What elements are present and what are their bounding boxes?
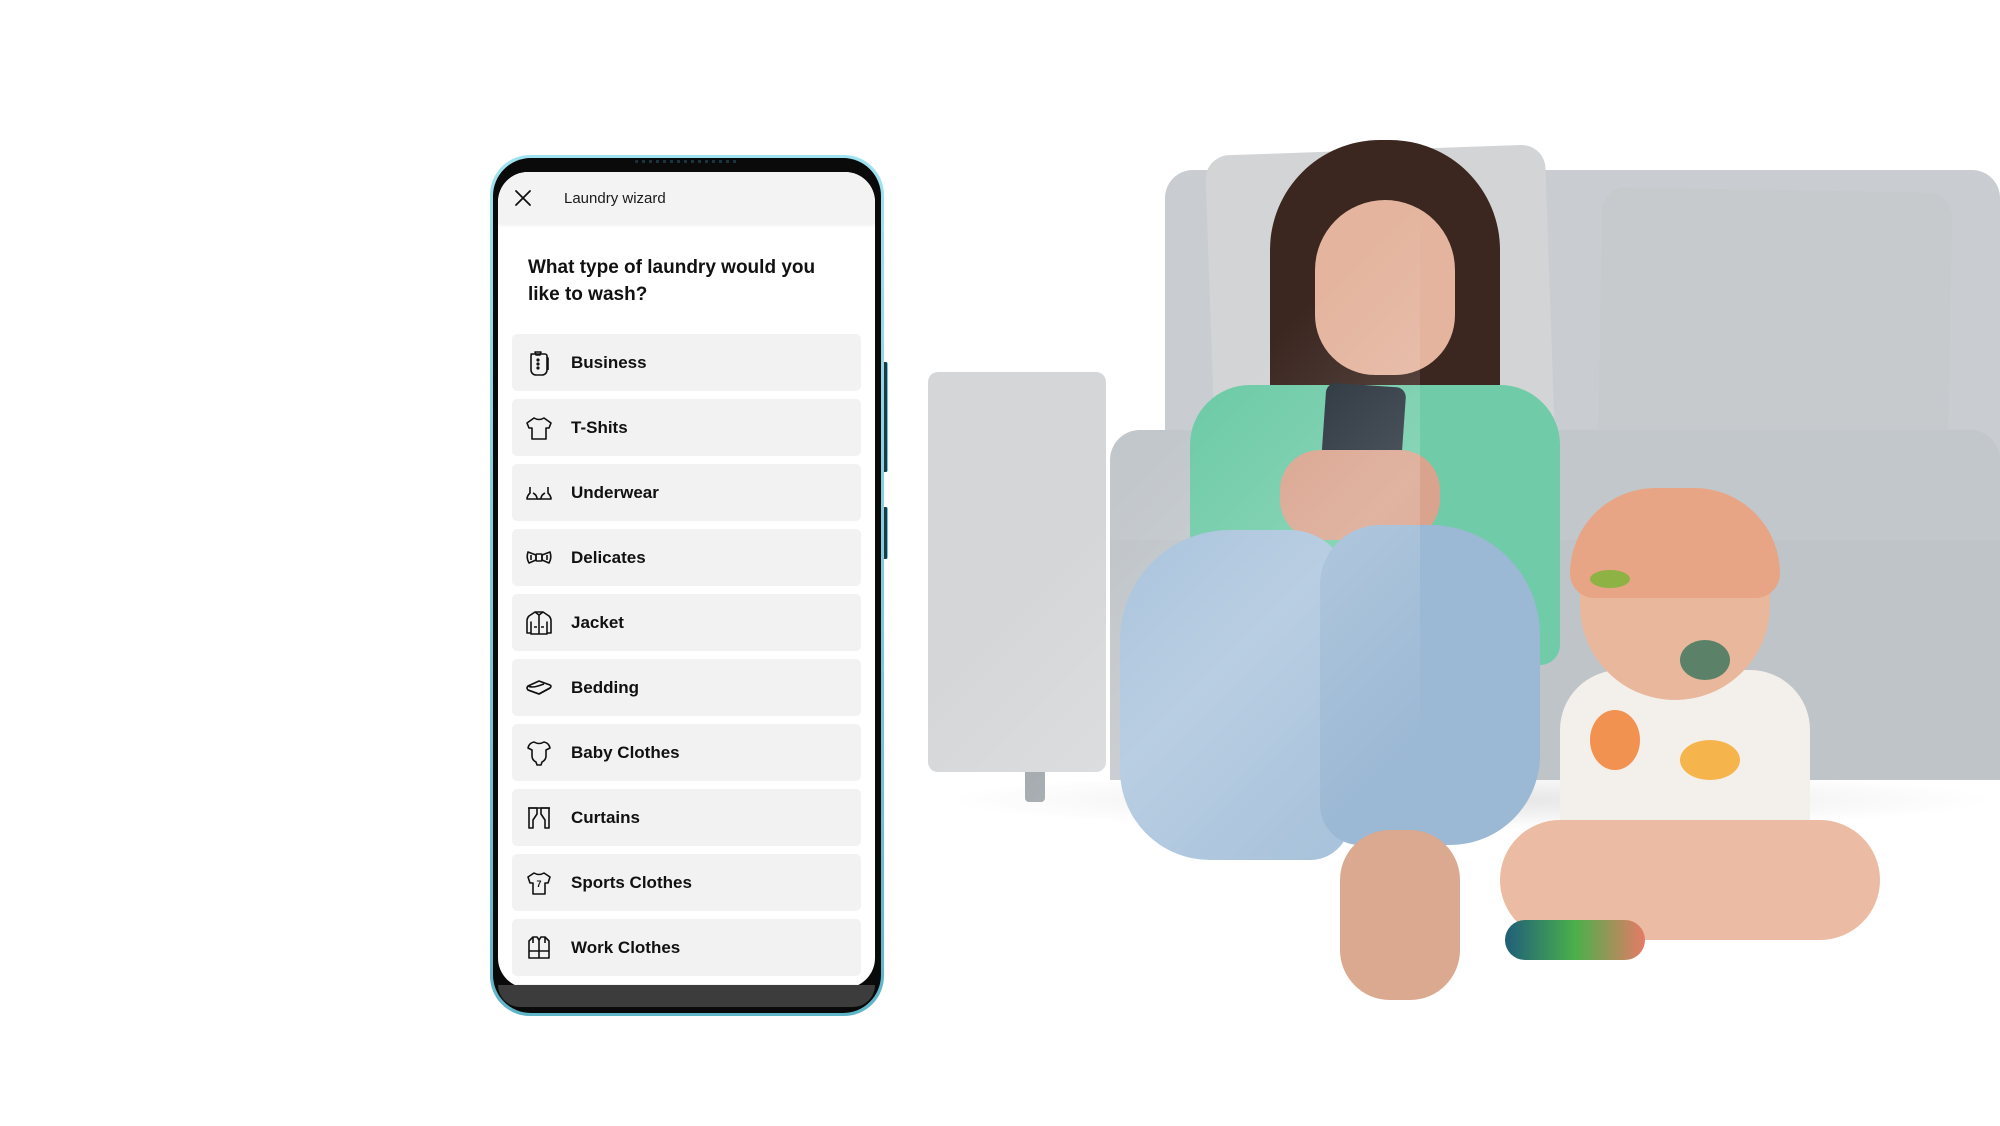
phone-chin [498,985,875,1007]
paint-splash [1680,640,1730,680]
wizard-question: What type of laundry would you like to w… [528,257,816,305]
paint-splash [1590,710,1640,770]
option-jacket[interactable]: Jacket [512,594,861,651]
option-label: T-Shits [571,417,628,437]
option-label: Delicates [571,547,646,567]
option-label: Sports Clothes [571,872,692,892]
paint-tray [1505,920,1645,960]
option-curtains[interactable]: Curtains [512,789,861,846]
app-header: Laundry wizard [498,172,875,224]
option-bedding[interactable]: Bedding [512,659,861,716]
close-button[interactable] [510,185,536,211]
paint-splash [1590,570,1630,588]
option-label: Bedding [571,677,639,697]
option-label: Underwear [571,482,659,502]
woman-feet [1340,830,1460,1000]
woman-jeans [1320,525,1540,845]
svg-text:7: 7 [536,879,541,889]
option-label: Jacket [571,612,624,632]
option-delicates[interactable]: Delicates [512,529,861,586]
curtains-icon [523,802,555,834]
close-icon [515,190,531,206]
business-shirt-icon [523,347,555,379]
lifestyle-photo [920,130,2000,1030]
sofa-arm [928,372,1106,772]
phone-mockup: Laundry wizard What type of laundry woul… [490,155,884,1016]
tshirt-icon [523,412,555,444]
option-sports-clothes[interactable]: 7 Sports Clothes [512,854,861,911]
bow-icon [523,542,555,574]
sofa-leg [1025,772,1045,802]
sports-jersey-icon: 7 [523,867,555,899]
woman-jeans [1120,530,1350,860]
option-business[interactable]: Business [512,334,861,391]
work-vest-icon [523,932,555,964]
jacket-icon [523,607,555,639]
option-label: Business [571,352,647,372]
woman-face [1315,200,1455,375]
phone-body: Laundry wizard What type of laundry woul… [493,158,881,1013]
paint-splash [1680,740,1740,780]
option-work-clothes[interactable]: Work Clothes [512,919,861,976]
laundry-type-list: Business T-Shits Underwear Delicates Jac… [512,334,861,988]
bedding-icon [523,672,555,704]
option-label: Curtains [571,807,640,827]
baby-bodysuit-icon [523,737,555,769]
speaker-grille [635,160,739,163]
volume-button [884,362,888,472]
option-baby-clothes[interactable]: Baby Clothes [512,724,861,781]
power-button [884,507,888,559]
option-label: Baby Clothes [571,742,680,762]
bra-icon [523,477,555,509]
phone-screen: Laundry wizard What type of laundry woul… [498,172,875,988]
option-underwear[interactable]: Underwear [512,464,861,521]
header-title: Laundry wizard [564,189,666,207]
option-label: Work Clothes [571,937,681,957]
option-tshirts[interactable]: T-Shits [512,399,861,456]
